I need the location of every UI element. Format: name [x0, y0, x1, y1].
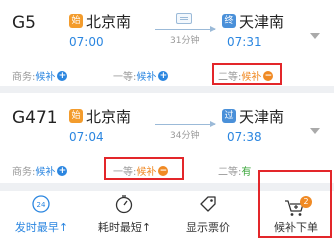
add-icon[interactable]: + — [57, 70, 68, 81]
direction-arrow-icon — [155, 26, 216, 32]
seat-status: 有 — [241, 167, 252, 178]
seat-status: 候补 — [35, 72, 56, 83]
seat-status: 候补 — [136, 72, 157, 83]
depart-time: 07:00 — [69, 35, 104, 49]
seat-status: 候补 — [35, 167, 56, 178]
arrive-time: 07:38 — [227, 130, 262, 144]
show-price-button[interactable]: 显示票价 — [166, 191, 250, 241]
train-number: G471 — [12, 108, 58, 128]
to-station: 天津南 — [239, 13, 285, 31]
seat-business[interactable]: 商务: 候补 + — [12, 68, 68, 83]
start-station-badge: 始 — [69, 14, 83, 28]
id-card-icon — [176, 13, 192, 24]
travel-duration: 34分钟 — [170, 131, 200, 141]
pass-station-badge: 过 — [222, 109, 236, 123]
terminal-station-badge: 终 — [222, 14, 236, 28]
bottom-toolbar: 24 发时最早↑ 耗时最短↑ 显示票价 2 候补下单 — [0, 170, 334, 241]
add-icon[interactable]: + — [158, 70, 169, 81]
seat-class-label: 商务: — [12, 72, 36, 83]
tool-label: 显示票价 — [186, 221, 230, 234]
start-station-badge: 始 — [69, 109, 83, 123]
price-tag-icon — [200, 196, 216, 212]
seat-class-label: 商务: — [12, 167, 36, 178]
svg-text:24: 24 — [37, 201, 46, 209]
tool-label: 发时最早↑ — [14, 221, 69, 234]
depart-time: 07:04 — [69, 130, 104, 144]
train-card-g5[interactable]: G5 始 北京南 07:00 31分钟 终 天津南 07:31 商务: 候补 +… — [0, 0, 334, 86]
clock-24-icon: 24 — [32, 195, 50, 213]
highlight-box — [212, 63, 282, 85]
from-station: 北京南 — [86, 108, 132, 126]
sort-duration-shortest-button[interactable]: 耗时最短↑ — [83, 191, 166, 241]
travel-duration: 31分钟 — [170, 36, 200, 46]
timer-icon — [115, 195, 133, 214]
chevron-down-icon[interactable] — [310, 33, 320, 39]
train-number: G5 — [12, 13, 36, 33]
chevron-down-icon[interactable] — [310, 128, 320, 134]
from-station: 北京南 — [86, 13, 132, 31]
seat-class-label: 二等: — [218, 167, 242, 178]
seat-first-class[interactable]: 一等: 候补 + — [113, 68, 169, 83]
arrive-time: 07:31 — [227, 35, 262, 49]
tool-label: 耗时最短↑ — [97, 221, 152, 234]
sort-depart-earliest-button[interactable]: 24 发时最早↑ — [0, 191, 83, 241]
highlight-box — [258, 170, 332, 238]
seat-second-class[interactable]: 二等: 有 — [218, 163, 251, 178]
to-station: 天津南 — [239, 108, 285, 126]
seat-business[interactable]: 商务: 候补 + — [12, 163, 68, 178]
add-icon[interactable]: + — [57, 165, 68, 176]
direction-arrow-icon — [155, 121, 216, 127]
seat-class-label: 一等: — [113, 72, 137, 83]
highlight-box — [104, 157, 184, 180]
